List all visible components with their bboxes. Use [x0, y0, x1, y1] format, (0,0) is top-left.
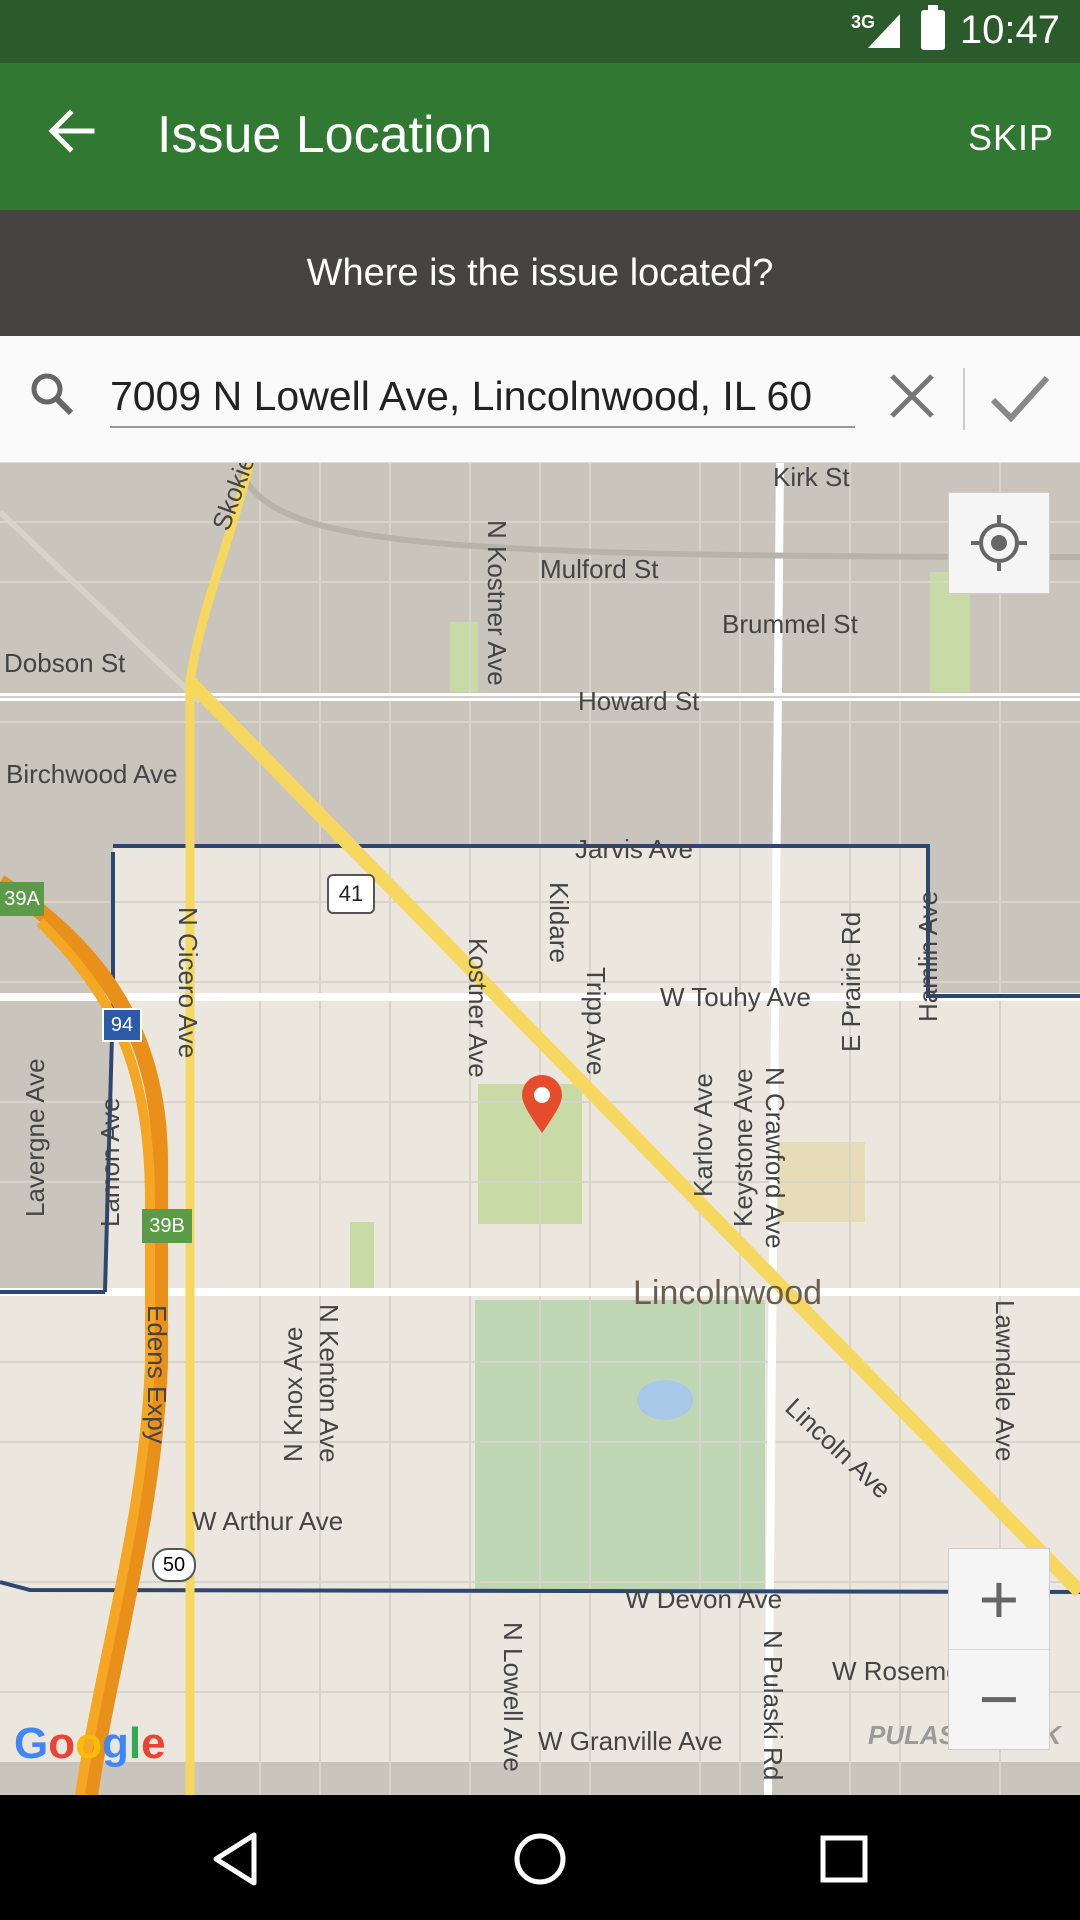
street-label: Birchwood Ave [6, 759, 178, 789]
street-label: N Pulaski Rd [758, 1630, 788, 1781]
divider [963, 368, 965, 430]
google-logo: Google [14, 1719, 166, 1768]
back-button[interactable] [42, 101, 102, 161]
zoom-in-button[interactable]: + [949, 1549, 1049, 1650]
zoom-controls: + − [948, 1548, 1050, 1750]
zoom-out-button[interactable]: − [949, 1649, 1049, 1749]
street-label: Karlov Ave [688, 1073, 718, 1197]
street-label: Tripp Ave [581, 967, 611, 1076]
street-label: Kirk St [773, 462, 850, 492]
street-label: E Prairie Rd [836, 911, 866, 1052]
location-prompt: Where is the issue located? [0, 210, 1080, 336]
confirm-button[interactable] [985, 364, 1055, 434]
street-label: Keystone Ave [728, 1068, 758, 1227]
street-label: Jarvis Ave [575, 834, 694, 864]
street-label: N Cicero Ave [173, 907, 203, 1059]
close-icon [890, 374, 934, 418]
exit-39a-sign: 39A [0, 882, 44, 916]
street-label: N Lowell Ave [498, 1622, 528, 1772]
address-input[interactable]: 7009 N Lowell Ave, Lincolnwood, IL 60 [110, 366, 855, 428]
app-bar: Issue Location SKIP [0, 63, 1080, 210]
address-search-bar: 7009 N Lowell Ave, Lincolnwood, IL 60 [0, 336, 1080, 463]
street-label: Lamon Ave [95, 1097, 125, 1227]
street-label: Lawndale Ave [990, 1300, 1020, 1462]
system-nav-bar [0, 1795, 1080, 1920]
crosshair-icon [971, 515, 1027, 571]
street-label: Kildare [544, 882, 574, 963]
street-label: N Knox Ave [278, 1326, 308, 1462]
street-label: Mulford St [540, 554, 659, 584]
us41-shield: 41 [327, 874, 375, 914]
my-location-button[interactable] [948, 492, 1050, 594]
street-label: W Arthur Ave [192, 1506, 344, 1536]
street-label: Kostner Ave [463, 938, 493, 1078]
home-nav-icon[interactable] [510, 1829, 570, 1889]
status-bar: 3G 10:47 [0, 0, 1080, 63]
street-label: N Kenton Ave [314, 1304, 344, 1463]
place-label-lincolnwood: Lincolnwood [633, 1274, 823, 1312]
page-title: Issue Location [157, 106, 493, 164]
street-label: Lavergne Ave [20, 1058, 50, 1217]
check-icon [990, 375, 1050, 423]
route-50-shield: 50 [152, 1548, 196, 1582]
exit-39b-sign: 39B [142, 1209, 192, 1243]
street-label: Dobson St [4, 648, 126, 678]
recents-nav-icon[interactable] [814, 1829, 874, 1889]
signal-icon [868, 14, 900, 48]
back-nav-icon[interactable] [206, 1829, 266, 1889]
arrow-left-icon [48, 109, 95, 153]
street-label: Howard St [578, 686, 700, 716]
street-label: W Granville Ave [538, 1726, 723, 1756]
clear-button[interactable] [884, 368, 940, 424]
street-label: W Devon Ave [625, 1584, 783, 1614]
street-label: Hamlin Ave [913, 890, 943, 1022]
location-pin-icon[interactable] [520, 1075, 564, 1135]
search-icon [31, 373, 74, 416]
battery-icon [921, 5, 945, 50]
street-label: Edens Expy [142, 1305, 172, 1444]
skip-button[interactable]: SKIP [968, 117, 1054, 159]
street-label: N Crawford Ave [760, 1067, 790, 1249]
clock: 10:47 [959, 8, 1060, 52]
street-label: W Touhy Ave [660, 982, 811, 1012]
i94-shield: 94 [102, 1008, 142, 1042]
street-label: Brummel St [722, 609, 858, 639]
street-label: N Kostner Ave [482, 520, 512, 686]
map-view[interactable]: Kirk St Mulford St Brummel St Dobson St … [0, 462, 1080, 1795]
